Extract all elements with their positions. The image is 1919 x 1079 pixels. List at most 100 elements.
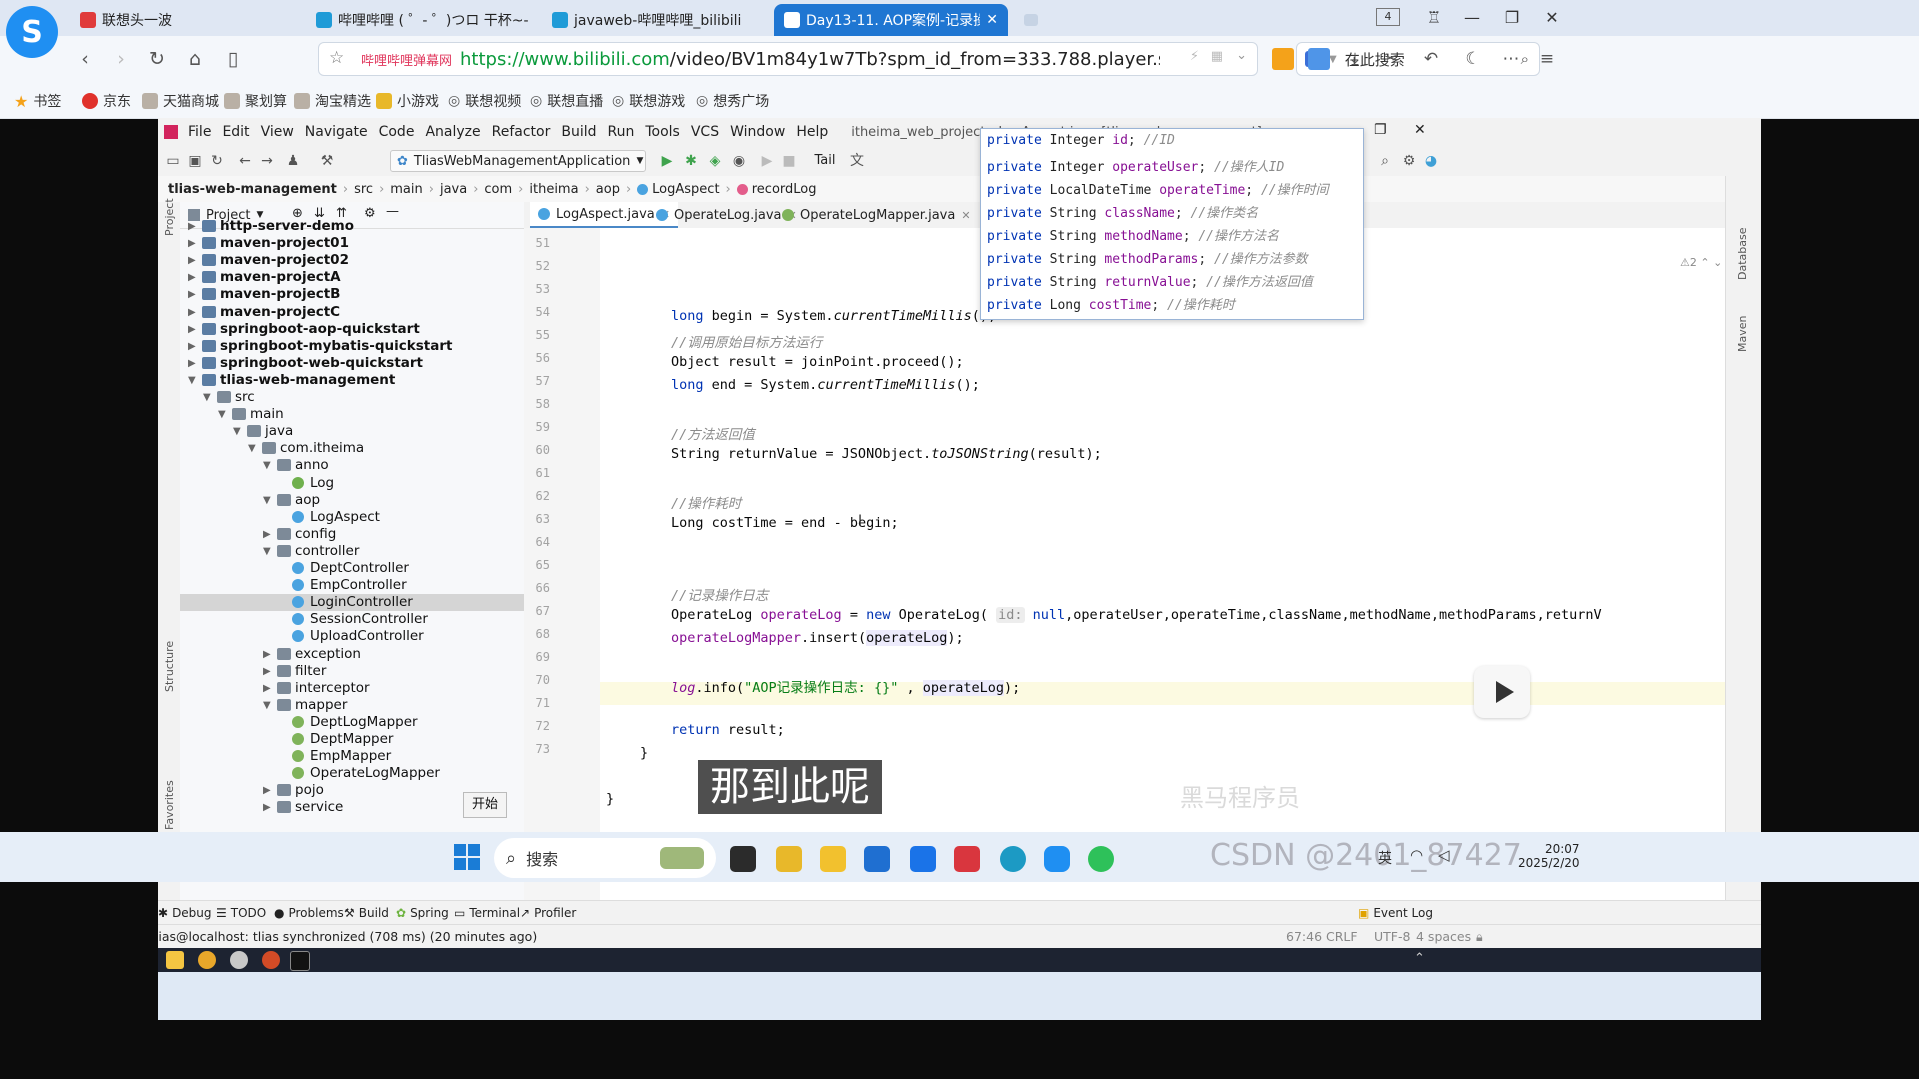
settings-icon[interactable]: ⚙ xyxy=(1400,152,1418,170)
run-icon[interactable]: ▶ xyxy=(658,152,676,170)
coverage-icon[interactable]: ◈ xyxy=(706,152,724,170)
tree-item[interactable]: ▼ tlias-web-management xyxy=(180,372,524,389)
chevron-right-icon[interactable]: ▶ xyxy=(188,355,200,372)
tree-item[interactable]: ▶ springboot-web-quickstart xyxy=(180,355,524,372)
line-separator[interactable]: CRLF xyxy=(1326,929,1358,944)
back-icon[interactable]: ‹ xyxy=(72,46,98,72)
windows-start-button[interactable] xyxy=(454,844,480,870)
problems-tool-button[interactable]: ● Problems xyxy=(274,906,344,920)
download-icon[interactable]: ⤓ xyxy=(1344,48,1366,70)
file-explorer-icon[interactable] xyxy=(820,846,846,872)
debug-tool-button[interactable]: ✱ Debug xyxy=(158,906,212,920)
tree-item[interactable]: ▶ springboot-aop-quickstart xyxy=(180,321,524,338)
edge-icon[interactable] xyxy=(1000,846,1026,872)
bookmark-item[interactable]: ◎ 联想游戏 xyxy=(612,91,685,111)
menu-view[interactable]: View xyxy=(261,124,294,140)
bilibili-play-icon[interactable] xyxy=(1474,666,1530,718)
profile-icon[interactable]: ◉ xyxy=(730,152,748,170)
grid-icon[interactable]: ▦ xyxy=(1211,49,1223,64)
tree-item[interactable]: ▶ filter xyxy=(180,663,524,680)
video-player[interactable]: File Edit View Navigate Code Analyze Ref… xyxy=(158,118,1761,1020)
breadcrumb-project[interactable]: tlias-web-management xyxy=(168,182,337,197)
tail-button[interactable]: Tail xyxy=(810,152,840,170)
reload-icon[interactable]: ↻ xyxy=(144,46,170,72)
tree-item[interactable]: ▼ java xyxy=(180,423,524,440)
menu-analyze[interactable]: Analyze xyxy=(425,124,480,140)
terminal-tool-button[interactable]: ▭ Terminal xyxy=(454,906,520,920)
tree-item[interactable]: ▼ anno xyxy=(180,457,524,474)
chevron-right-icon[interactable]: ▶ xyxy=(188,269,200,286)
chevron-right-icon[interactable]: ▶ xyxy=(188,338,200,355)
ide-close-icon[interactable]: ✕ xyxy=(1414,122,1426,138)
plugin-icon[interactable]: ◕ xyxy=(1422,152,1440,170)
breadcrumb-item[interactable]: itheima xyxy=(529,182,578,197)
chevron-down-icon[interactable]: ▼ xyxy=(218,406,230,423)
breadcrumb-item[interactable]: src xyxy=(354,182,373,197)
chevron-right-icon[interactable]: ▶ xyxy=(188,304,200,321)
tree-item[interactable]: LogAspect xyxy=(180,509,524,526)
new-tab-button[interactable] xyxy=(1014,4,1048,36)
search-icon[interactable]: ⌕ xyxy=(1376,152,1394,170)
tree-item[interactable]: ▶ maven-projectB xyxy=(180,286,524,303)
store-icon[interactable] xyxy=(864,846,890,872)
lightning-icon[interactable]: ⚡ xyxy=(1190,49,1199,64)
browser-tab[interactable]: 联想头一波 xyxy=(70,4,300,36)
tree-item[interactable]: DeptMapper xyxy=(180,731,524,748)
url-text[interactable]: https://www.bilibili.com/video/BV1m84y1w… xyxy=(460,49,1160,70)
taskbar-search-input[interactable]: ⌕ 搜索 xyxy=(494,838,716,878)
lock-icon[interactable]: 🔒︎ xyxy=(1476,929,1483,945)
tree-item[interactable]: ▶ maven-project01 xyxy=(180,235,524,252)
tree-item[interactable]: OperateLogMapper xyxy=(180,765,524,782)
tree-item[interactable]: ▶ maven-project02 xyxy=(180,252,524,269)
tree-item[interactable]: ▶ maven-projectC xyxy=(180,304,524,321)
night-mode-icon[interactable]: ☾ xyxy=(1462,48,1484,70)
chevron-down-icon[interactable]: ▼ xyxy=(233,423,245,440)
tree-item[interactable]: ▼ controller xyxy=(180,543,524,560)
extension-icon[interactable] xyxy=(1272,48,1294,70)
bookmark-item[interactable]: 京东 xyxy=(82,91,131,111)
chevron-right-icon[interactable]: ▶ xyxy=(263,680,275,697)
scissors-icon[interactable]: ✂ xyxy=(1380,48,1402,70)
bookmark-item[interactable]: 淘宝精选 xyxy=(294,91,371,111)
tree-item[interactable]: ▼ mapper xyxy=(180,697,524,714)
vcs-icon[interactable]: ♟ xyxy=(284,152,302,170)
address-bar[interactable]: ☆ 哔哩哔哩弹幕网 https://www.bilibili.com/video… xyxy=(318,42,1258,76)
save-icon[interactable]: ▣ xyxy=(186,152,204,170)
run-configuration-select[interactable]: ✿ TliasWebManagementApplication ▼ xyxy=(390,150,646,172)
forward-icon[interactable]: → xyxy=(258,152,276,170)
open-folder-icon[interactable]: ▭ xyxy=(164,152,182,170)
chevron-right-icon[interactable]: ▶ xyxy=(263,646,275,663)
chevron-down-icon[interactable]: ▼ xyxy=(263,697,275,714)
chevron-down-icon[interactable]: ▼ xyxy=(263,492,275,509)
chevron-right-icon[interactable]: ▶ xyxy=(188,286,200,303)
chevron-down-icon[interactable]: ⌄ xyxy=(1236,48,1247,63)
menu-window[interactable]: Window xyxy=(730,124,785,140)
structure-tool-label[interactable]: Structure xyxy=(163,641,176,692)
chevron-right-icon[interactable]: ▶ xyxy=(263,526,275,543)
chevron-down-icon[interactable]: ▼ xyxy=(188,372,200,389)
menu-refactor[interactable]: Refactor xyxy=(492,124,551,140)
tree-item[interactable]: DeptLogMapper xyxy=(180,714,524,731)
chevron-right-icon[interactable]: ▶ xyxy=(188,252,200,269)
tree-item[interactable]: ▶ http-server-demo xyxy=(180,218,524,235)
chevron-right-icon[interactable]: ▶ xyxy=(188,218,200,235)
breadcrumb-item[interactable]: aop xyxy=(596,182,620,197)
close-tab-icon[interactable]: ✕ xyxy=(961,209,970,222)
menu-code[interactable]: Code xyxy=(379,124,415,140)
tree-item[interactable]: LoginController xyxy=(180,594,524,612)
input-language[interactable]: 英 xyxy=(1378,848,1392,868)
menu-file[interactable]: File xyxy=(188,124,211,140)
chevron-down-icon[interactable]: ▼ xyxy=(203,389,215,406)
bookmark-item[interactable]: 聚划算 xyxy=(224,91,287,111)
tree-item[interactable]: ▶ springboot-mybatis-quickstart xyxy=(180,338,524,355)
tree-item[interactable]: ▶ exception xyxy=(180,646,524,663)
breadcrumb-item[interactable]: java xyxy=(440,182,467,197)
close-window-icon[interactable]: ✕ xyxy=(1540,8,1564,28)
system-clock[interactable]: 20:07 2025/2/20 xyxy=(1518,842,1580,870)
project-tool-label[interactable]: Project xyxy=(163,198,176,236)
lenovo-app-icon[interactable] xyxy=(910,846,936,872)
wechat-icon[interactable] xyxy=(1088,846,1114,872)
bookmark-item[interactable]: 天猫商城 xyxy=(142,91,219,111)
browser-tab-active[interactable]: Day13-11. AOP案例-记录操作 ✕ xyxy=(774,4,1008,36)
browser-tab[interactable]: 哔哩哔哩 ( ゜- ゜)つロ 干杯~-bilib xyxy=(306,4,538,36)
